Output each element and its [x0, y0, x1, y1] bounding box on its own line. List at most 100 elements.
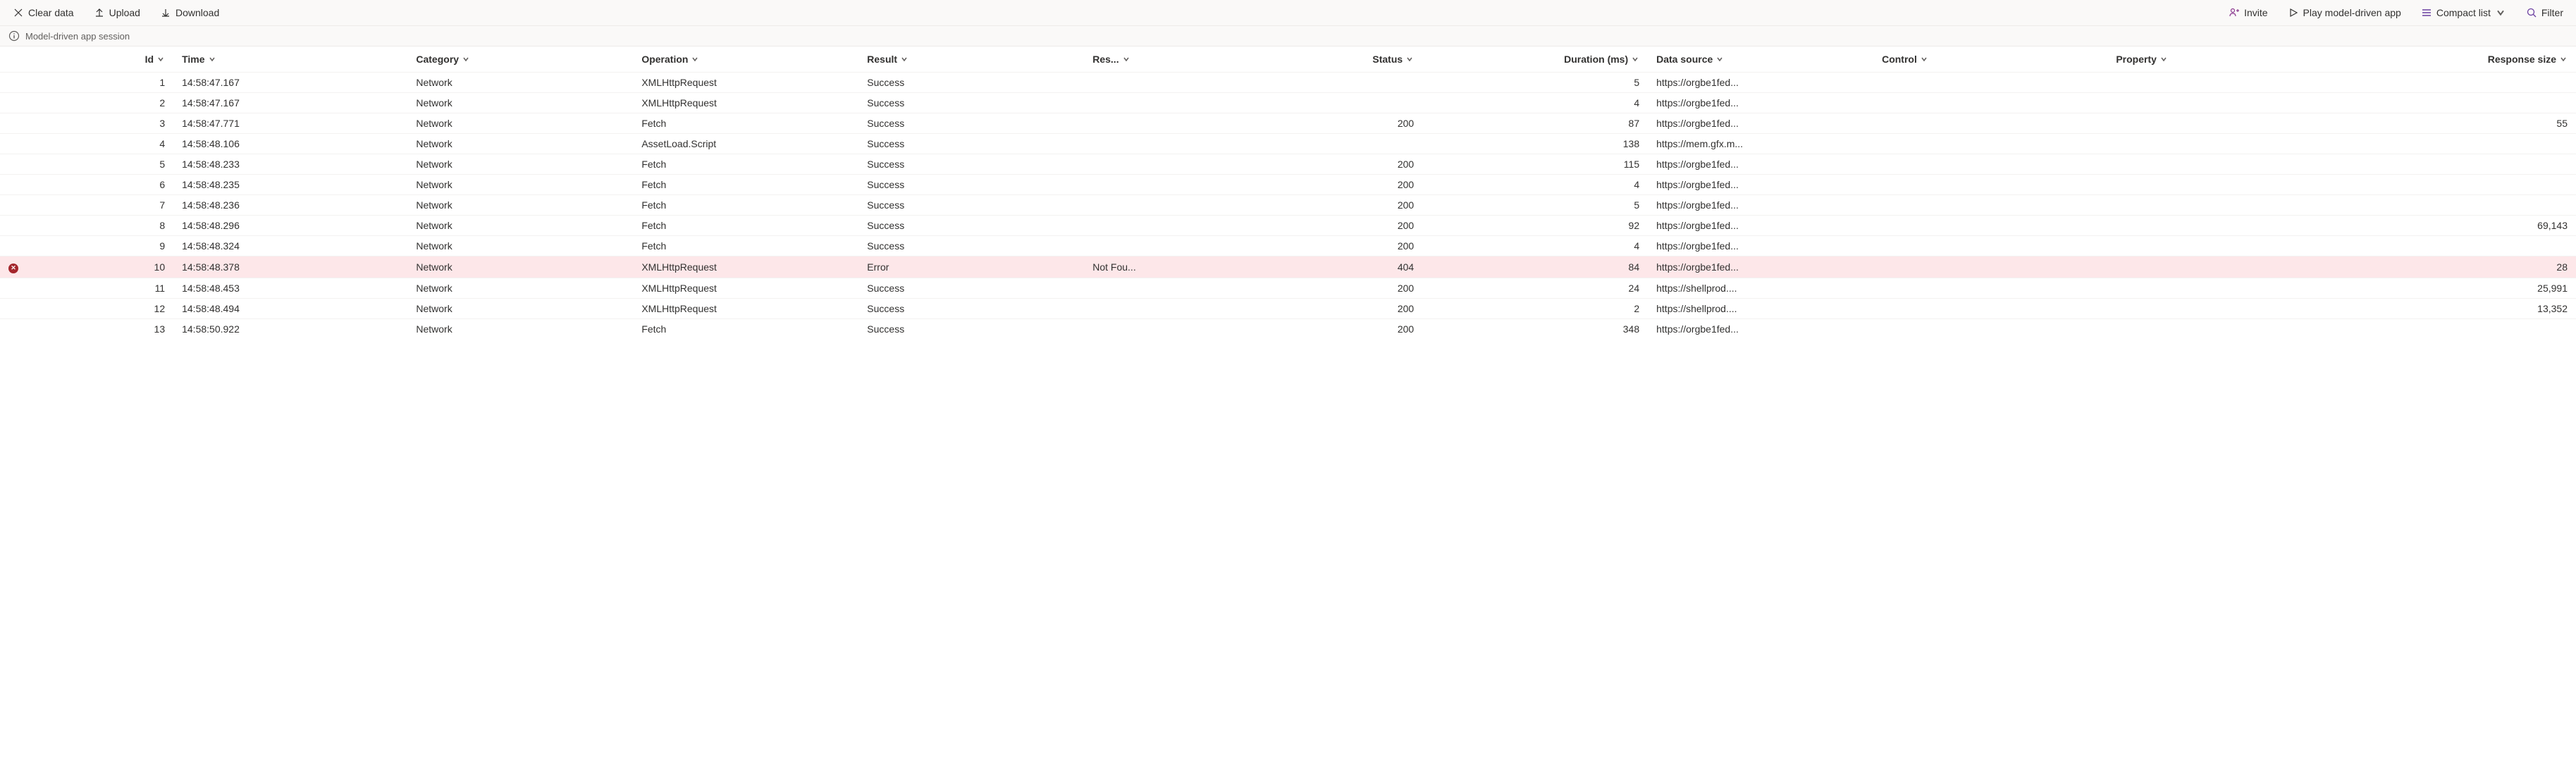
cell-operation: Fetch: [633, 113, 858, 134]
cell-resreason: [1084, 278, 1214, 298]
table-row[interactable]: 114:58:47.167NetworkXMLHttpRequestSucces…: [0, 73, 2576, 93]
cell-id: 9: [69, 236, 173, 256]
col-header-duration-label: Duration (ms): [1564, 54, 1628, 65]
upload-button[interactable]: Upload: [90, 4, 144, 21]
chevron-down-icon: [462, 55, 470, 63]
cell-time: 14:58:48.106: [173, 134, 407, 154]
cell-resreason: [1084, 73, 1214, 93]
col-header-datasource[interactable]: Data source: [1648, 47, 1873, 73]
cell-operation: Fetch: [633, 195, 858, 216]
cell-operation: XMLHttpRequest: [633, 73, 858, 93]
cell-operation: XMLHttpRequest: [633, 278, 858, 298]
cell-datasource: https://orgbe1fed...: [1648, 236, 1873, 256]
cell-responsesize: [2342, 236, 2576, 256]
cell-id: 5: [69, 154, 173, 175]
col-header-time-label: Time: [182, 54, 204, 65]
cell-category: Network: [407, 93, 633, 113]
chevron-down-icon: [1405, 55, 1414, 63]
table-row[interactable]: 814:58:48.296NetworkFetchSuccess20092htt…: [0, 216, 2576, 236]
cell-status: [1214, 73, 1422, 93]
table-row[interactable]: 714:58:48.236NetworkFetchSuccess2005http…: [0, 195, 2576, 216]
col-header-control[interactable]: Control: [1873, 47, 2107, 73]
table-row[interactable]: 314:58:47.771NetworkFetchSuccess20087htt…: [0, 113, 2576, 134]
cell-icon: ✕: [0, 256, 69, 278]
cell-id: 10: [69, 256, 173, 278]
table-row[interactable]: 414:58:48.106NetworkAssetLoad.ScriptSucc…: [0, 134, 2576, 154]
col-header-result-label: Result: [867, 54, 897, 65]
clear-data-button[interactable]: Clear data: [8, 4, 78, 21]
col-header-status[interactable]: Status: [1214, 47, 1422, 73]
col-header-responsesize[interactable]: Response size: [2342, 47, 2576, 73]
close-icon: [13, 7, 24, 18]
cell-property: [2107, 73, 2341, 93]
list-icon: [2421, 7, 2432, 18]
cell-result: Success: [858, 93, 1084, 113]
table-row[interactable]: 1214:58:48.494NetworkXMLHttpRequestSucce…: [0, 298, 2576, 318]
cell-time: 14:58:48.378: [173, 256, 407, 278]
col-header-result[interactable]: Result: [858, 47, 1084, 73]
cell-control: [1873, 298, 2107, 318]
chevron-down-icon: [156, 55, 165, 63]
cell-datasource: https://orgbe1fed...: [1648, 256, 1873, 278]
table-row[interactable]: 214:58:47.167NetworkXMLHttpRequestSucces…: [0, 93, 2576, 113]
cell-control: [1873, 73, 2107, 93]
session-label: Model-driven app session: [25, 31, 130, 42]
col-header-resreason[interactable]: Res...: [1084, 47, 1214, 73]
cell-status: [1214, 134, 1422, 154]
table-row[interactable]: 1314:58:50.922NetworkFetchSuccess200348h…: [0, 318, 2576, 339]
cell-time: 14:58:48.235: [173, 175, 407, 195]
cell-time: 14:58:47.167: [173, 73, 407, 93]
cell-operation: XMLHttpRequest: [633, 256, 858, 278]
col-header-id[interactable]: Id: [69, 47, 173, 73]
table-row[interactable]: 914:58:48.324NetworkFetchSuccess2004http…: [0, 236, 2576, 256]
col-header-category-label: Category: [416, 54, 459, 65]
cell-datasource: https://mem.gfx.m...: [1648, 134, 1873, 154]
cell-result: Success: [858, 113, 1084, 134]
table-row[interactable]: 1114:58:48.453NetworkXMLHttpRequestSucce…: [0, 278, 2576, 298]
cell-responsesize: [2342, 73, 2576, 93]
chevron-down-icon: [691, 55, 699, 63]
invite-button[interactable]: Invite: [2224, 4, 2272, 21]
cell-status: 200: [1214, 175, 1422, 195]
col-header-time[interactable]: Time: [173, 47, 407, 73]
cell-duration: 5: [1422, 195, 1648, 216]
cell-duration: 4: [1422, 93, 1648, 113]
cell-result: Success: [858, 318, 1084, 339]
cell-resreason: [1084, 318, 1214, 339]
cell-resreason: [1084, 216, 1214, 236]
cell-control: [1873, 256, 2107, 278]
col-header-property-label: Property: [2116, 54, 2157, 65]
play-button[interactable]: Play model-driven app: [2284, 4, 2405, 21]
cell-control: [1873, 113, 2107, 134]
cell-result: Error: [858, 256, 1084, 278]
chevron-down-icon: [900, 55, 908, 63]
col-header-duration[interactable]: Duration (ms): [1422, 47, 1648, 73]
clear-data-label: Clear data: [28, 7, 74, 18]
filter-button[interactable]: Filter: [2522, 4, 2568, 21]
cell-status: 200: [1214, 154, 1422, 175]
cell-property: [2107, 216, 2341, 236]
cell-icon: [0, 216, 69, 236]
compact-list-button[interactable]: Compact list: [2417, 4, 2510, 21]
cell-time: 14:58:50.922: [173, 318, 407, 339]
cell-property: [2107, 175, 2341, 195]
upload-label: Upload: [109, 7, 140, 18]
play-label: Play model-driven app: [2303, 7, 2401, 18]
col-header-property[interactable]: Property: [2107, 47, 2341, 73]
table-row[interactable]: 514:58:48.233NetworkFetchSuccess200115ht…: [0, 154, 2576, 175]
col-header-operation[interactable]: Operation: [633, 47, 858, 73]
cell-id: 1: [69, 73, 173, 93]
col-header-responsesize-label: Response size: [2488, 54, 2556, 65]
cell-responsesize: [2342, 93, 2576, 113]
cell-duration: 4: [1422, 236, 1648, 256]
download-button[interactable]: Download: [156, 4, 223, 21]
cell-id: 7: [69, 195, 173, 216]
table-row[interactable]: 614:58:48.235NetworkFetchSuccess2004http…: [0, 175, 2576, 195]
table-row[interactable]: ✕1014:58:48.378NetworkXMLHttpRequestErro…: [0, 256, 2576, 278]
cell-resreason: [1084, 298, 1214, 318]
col-header-category[interactable]: Category: [407, 47, 633, 73]
compact-list-label: Compact list: [2436, 7, 2491, 18]
chevron-down-icon: [2159, 55, 2168, 63]
cell-icon: [0, 154, 69, 175]
cell-resreason: Not Fou...: [1084, 256, 1214, 278]
